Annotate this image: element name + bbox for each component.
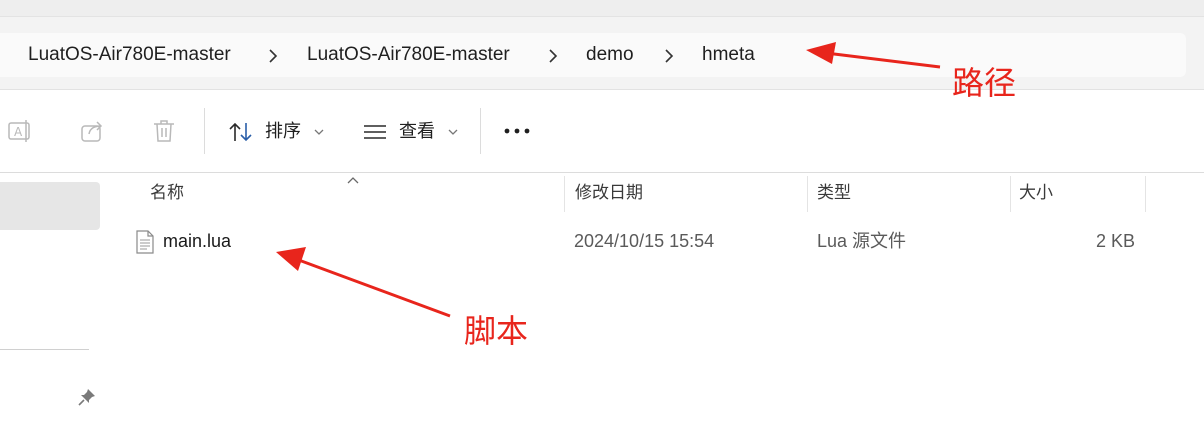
chevron-right-icon[interactable] [268,33,278,77]
toolbar-divider [204,108,205,154]
script-arrow-shaft [295,257,451,318]
text-file-icon [136,230,154,259]
navigation-pane [0,172,104,427]
column-divider[interactable] [1145,176,1146,212]
path-annotation: 路径 [952,64,1017,102]
sort-icon [229,123,252,142]
view-label: 查看 [399,121,436,141]
column-divider[interactable] [1010,176,1011,212]
nav-item-selected[interactable] [0,182,100,230]
breadcrumb-item-demo[interactable]: demo [586,33,634,77]
nav-divider [0,349,89,350]
chevron-right-icon[interactable] [548,33,558,77]
window-top-strip [0,0,1204,17]
file-row[interactable]: main.lua 2024/10/15 15:54 Lua 源文件 2 KB [104,218,1204,264]
address-bar: LuatOS-Air780E-master LuatOS-Air780E-mas… [0,17,1204,90]
chevron-down-icon [314,129,324,136]
sort-button[interactable]: 排序 [228,112,324,150]
chevron-down-icon [448,129,458,136]
share-icon[interactable] [80,118,106,144]
toolbar-divider [480,108,481,154]
file-type: Lua 源文件 [817,231,907,251]
column-divider[interactable] [564,176,565,212]
breadcrumb-item-project[interactable]: LuatOS-Air780E-master [307,33,510,77]
column-header-type[interactable]: 类型 [817,172,851,214]
column-header-size[interactable]: 大小 [1019,172,1053,214]
pin-icon[interactable] [78,388,96,411]
breadcrumb-item-root[interactable]: LuatOS-Air780E-master [28,33,231,77]
sort-label: 排序 [265,121,302,141]
script-annotation: 脚本 [464,312,529,350]
view-button[interactable]: 查看 [362,112,458,150]
breadcrumb-item-current[interactable]: hmeta [702,33,755,77]
chevron-right-icon[interactable] [664,33,674,77]
file-size: 2 KB [1096,231,1136,251]
column-divider[interactable] [807,176,808,212]
trash-icon[interactable] [151,118,177,144]
file-modified: 2024/10/15 15:54 [574,231,715,251]
command-bar: A 排序 查看 [0,90,1204,173]
column-header-name[interactable]: 名称 [150,172,184,214]
more-icon[interactable] [504,124,530,150]
file-name: main.lua [163,231,232,251]
sort-ascending-icon [346,172,360,190]
rename-icon[interactable]: A [7,118,33,144]
list-view-icon [364,125,386,140]
svg-text:A: A [14,125,23,139]
column-header-modified[interactable]: 修改日期 [575,172,643,214]
